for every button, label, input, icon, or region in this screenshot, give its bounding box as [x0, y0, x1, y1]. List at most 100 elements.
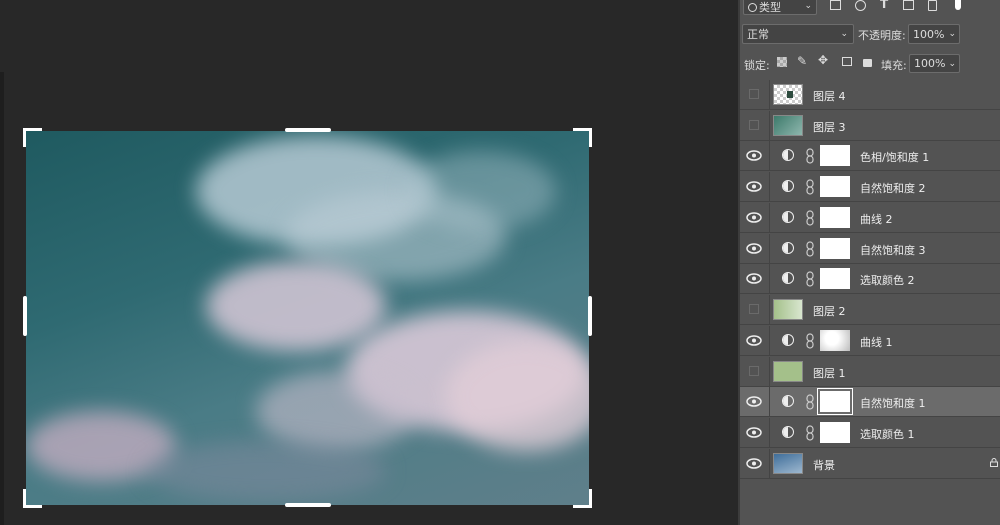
- adjustment-icon[interactable]: [782, 211, 794, 223]
- eye-icon[interactable]: [746, 426, 762, 439]
- lock-move-icon[interactable]: ✥: [818, 53, 828, 67]
- link-icon[interactable]: [806, 333, 814, 349]
- layer-name[interactable]: 曲线 2: [860, 211, 893, 227]
- layer-row-selected[interactable]: 自然饱和度 1: [740, 387, 1000, 417]
- eye-icon[interactable]: [746, 272, 762, 285]
- link-icon[interactable]: [806, 241, 814, 257]
- layer-row[interactable]: 色相/饱和度 1: [740, 141, 1000, 171]
- opacity-input[interactable]: 100% ⌄: [908, 24, 960, 44]
- visibility-toggle[interactable]: [749, 304, 759, 314]
- layer-thumbnail[interactable]: [773, 84, 803, 105]
- filter-type-icon[interactable]: T: [880, 0, 888, 11]
- eye-icon[interactable]: [746, 149, 762, 162]
- lock-paint-icon[interactable]: ✎: [797, 54, 807, 68]
- transform-handle-bottom-left[interactable]: [23, 489, 42, 508]
- layer-row[interactable]: 选取颜色 1: [740, 418, 1000, 448]
- transform-handle-bottom[interactable]: [285, 503, 331, 507]
- adjustment-icon[interactable]: [782, 272, 794, 284]
- link-icon[interactable]: [806, 271, 814, 287]
- canvas-area[interactable]: [0, 0, 738, 525]
- visibility-toggle[interactable]: [749, 366, 759, 376]
- layer-row[interactable]: 曲线 2: [740, 203, 1000, 233]
- layer-thumbnail[interactable]: [773, 299, 803, 320]
- transform-handle-top-right[interactable]: [573, 128, 592, 147]
- eye-icon[interactable]: [746, 242, 762, 255]
- blend-mode-value: 正常: [747, 28, 769, 41]
- transform-handle-top[interactable]: [285, 128, 331, 132]
- layer-row[interactable]: 图层 4: [740, 80, 1000, 110]
- link-icon[interactable]: [806, 210, 814, 226]
- layer-mask-thumbnail[interactable]: [820, 238, 850, 259]
- lock-icon[interactable]: [990, 458, 998, 467]
- lock-artboard-icon[interactable]: [842, 57, 852, 66]
- layer-mask-thumbnail[interactable]: [820, 422, 850, 443]
- link-icon[interactable]: [806, 148, 814, 164]
- layer-row-background[interactable]: 背景: [740, 449, 1000, 479]
- adjustment-icon[interactable]: [782, 334, 794, 346]
- adjustment-icon[interactable]: [782, 180, 794, 192]
- filter-pixel-icon[interactable]: [830, 0, 841, 10]
- lock-all-icon[interactable]: [863, 59, 872, 67]
- lock-label: 锁定:: [744, 59, 770, 72]
- layer-name[interactable]: 图层 4: [813, 88, 846, 104]
- row-separator: [769, 111, 770, 141]
- layer-mask-thumbnail[interactable]: [820, 176, 850, 197]
- fill-input[interactable]: 100% ⌄: [909, 54, 960, 73]
- filter-toggle-icon[interactable]: [955, 0, 961, 10]
- adjustment-icon[interactable]: [782, 426, 794, 438]
- layer-name[interactable]: 图层 3: [813, 119, 846, 135]
- transform-handle-top-left[interactable]: [23, 128, 42, 147]
- layer-name[interactable]: 选取颜色 1: [860, 426, 915, 442]
- row-separator: [769, 234, 770, 264]
- filter-smartobject-icon[interactable]: [928, 0, 937, 11]
- filter-shape-icon[interactable]: [903, 0, 914, 10]
- layer-mask-thumbnail[interactable]: [820, 145, 850, 166]
- layer-thumbnail[interactable]: [773, 361, 803, 382]
- layer-row[interactable]: 曲线 1: [740, 326, 1000, 356]
- eye-icon[interactable]: [746, 334, 762, 347]
- cloud-photo[interactable]: [26, 131, 589, 505]
- transform-handle-right[interactable]: [588, 296, 592, 336]
- layer-name[interactable]: 曲线 1: [860, 334, 893, 350]
- layer-mask-thumbnail[interactable]: [817, 388, 853, 415]
- layer-row[interactable]: 图层 2: [740, 295, 1000, 325]
- visibility-toggle[interactable]: [749, 89, 759, 99]
- blend-mode-select[interactable]: 正常 ⌄: [742, 24, 854, 44]
- layer-name[interactable]: 自然饱和度 1: [860, 395, 926, 411]
- row-separator: [769, 141, 770, 171]
- layer-row[interactable]: 自然饱和度 2: [740, 172, 1000, 202]
- layer-thumbnail[interactable]: [773, 115, 803, 136]
- layer-name[interactable]: 图层 2: [813, 303, 846, 319]
- lock-transparent-icon[interactable]: [777, 57, 787, 67]
- visibility-toggle[interactable]: [749, 120, 759, 130]
- link-icon[interactable]: [806, 179, 814, 195]
- layer-name[interactable]: 图层 1: [813, 365, 846, 381]
- layer-row[interactable]: 图层 3: [740, 111, 1000, 141]
- adjustment-icon[interactable]: [782, 395, 794, 407]
- layer-name[interactable]: 自然饱和度 2: [860, 180, 926, 196]
- filter-adjustment-icon[interactable]: [855, 0, 866, 11]
- layer-row[interactable]: 自然饱和度 3: [740, 234, 1000, 264]
- layer-name[interactable]: 色相/饱和度 1: [860, 149, 929, 165]
- layer-thumbnail[interactable]: [773, 453, 803, 474]
- eye-icon[interactable]: [746, 395, 762, 408]
- eye-icon[interactable]: [746, 211, 762, 224]
- eye-icon[interactable]: [746, 457, 762, 470]
- link-icon[interactable]: [806, 394, 814, 410]
- eye-icon[interactable]: [746, 180, 762, 193]
- layer-mask-thumbnail[interactable]: [820, 268, 850, 289]
- layer-mask-thumbnail[interactable]: [820, 207, 850, 228]
- transform-handle-left[interactable]: [23, 296, 27, 336]
- layer-name[interactable]: 自然饱和度 3: [860, 242, 926, 258]
- filter-kind-select[interactable]: 类型 ⌄: [743, 0, 817, 15]
- adjustment-icon[interactable]: [782, 149, 794, 161]
- row-separator: [769, 418, 770, 448]
- layer-name[interactable]: 背景: [813, 457, 835, 473]
- transform-handle-bottom-right[interactable]: [573, 489, 592, 508]
- layer-name[interactable]: 选取颜色 2: [860, 272, 915, 288]
- adjustment-icon[interactable]: [782, 242, 794, 254]
- layer-row[interactable]: 选取颜色 2: [740, 264, 1000, 294]
- link-icon[interactable]: [806, 425, 814, 441]
- layer-mask-thumbnail[interactable]: [820, 330, 850, 351]
- layer-row[interactable]: 图层 1: [740, 357, 1000, 387]
